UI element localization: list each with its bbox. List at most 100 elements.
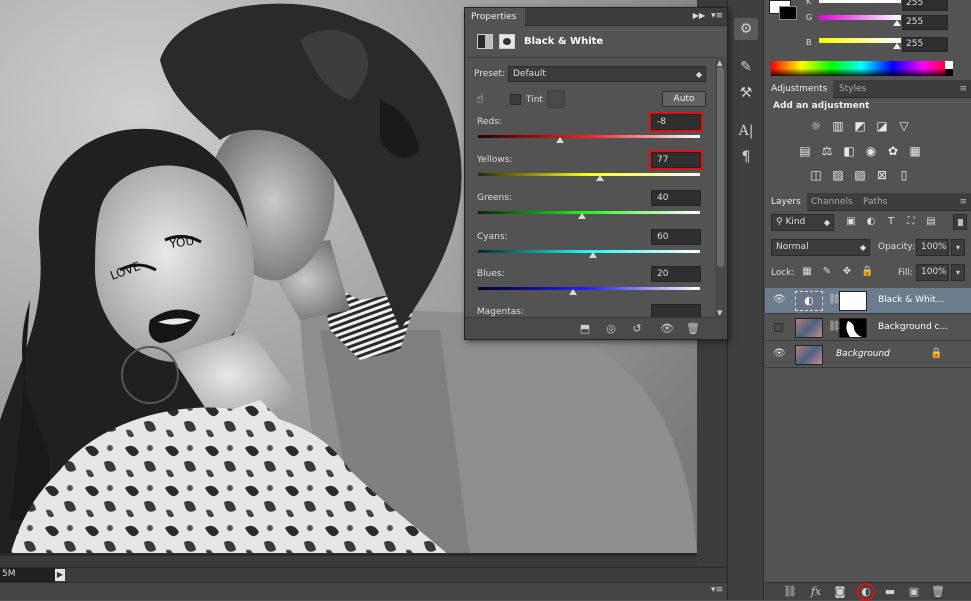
layer-mask-thumbnail[interactable] <box>839 318 867 338</box>
slider-thumb[interactable] <box>893 20 901 26</box>
layer-name[interactable]: Background c... <box>878 322 948 332</box>
preset-dropdown[interactable]: Default ◆ <box>508 66 706 82</box>
channel-value[interactable]: 255 <box>902 15 948 30</box>
curves-icon[interactable]: ◩ <box>852 119 868 133</box>
visibility-toggle-empty[interactable] <box>774 323 783 332</box>
gradient-map-icon[interactable]: ▯ <box>896 168 912 182</box>
smart-object-filter-icon[interactable]: ▤ <box>925 216 937 228</box>
white-swatch[interactable] <box>945 61 953 69</box>
tab-adjustments[interactable]: Adjustments <box>765 80 834 98</box>
threshold-icon[interactable]: ▧ <box>852 168 868 182</box>
status-menu-arrow[interactable]: ▶ <box>55 569 65 581</box>
fill-dropdown-arrow[interactable]: ▾ <box>951 264 965 281</box>
layer-mask-thumbnail[interactable] <box>839 291 867 311</box>
fx-icon[interactable]: fx <box>809 585 823 599</box>
add-mask-icon[interactable]: ◙ <box>833 585 847 599</box>
gradient-triangle-icon[interactable]: ▽ <box>896 119 912 133</box>
panel-menu-icon[interactable]: ▾≡ <box>711 585 723 595</box>
channel-slider[interactable] <box>819 0 901 3</box>
visibility-eye-icon[interactable]: 👁 <box>773 295 786 305</box>
targeted-adjustment-hand-icon[interactable]: ☝ <box>476 92 484 107</box>
invert-icon[interactable]: ◫ <box>808 168 824 182</box>
collapse-icon[interactable]: ▶▶ <box>693 11 705 20</box>
link-layers-icon[interactable]: ⛓ <box>783 585 797 599</box>
filter-kind-dropdown[interactable]: ⚲ Kind ◆ <box>771 214 834 231</box>
opacity-field[interactable]: 100% <box>916 239 949 256</box>
character-icon[interactable]: A| <box>734 120 758 142</box>
cyans-slider-thumb[interactable] <box>589 252 598 258</box>
lock-all-icon[interactable]: 🔒 <box>861 266 873 278</box>
channel-slider[interactable] <box>819 15 901 20</box>
clip-to-layer-icon[interactable]: ⬒ <box>577 322 593 336</box>
greens-slider-thumb[interactable] <box>578 213 587 219</box>
yellows-slider-thumb[interactable] <box>596 175 605 181</box>
delete-adjustment-icon[interactable]: 🗑 <box>685 322 701 336</box>
slider-thumb[interactable] <box>893 43 901 49</box>
panel-menu-icon[interactable]: ≡ <box>959 197 967 207</box>
new-group-icon[interactable]: ▬ <box>883 585 897 599</box>
new-adjustment-layer-icon[interactable]: ◐ <box>857 583 875 601</box>
yellows-slider-track[interactable] <box>478 173 700 176</box>
tab-paths[interactable]: Paths <box>857 193 893 211</box>
greens-slider-track[interactable] <box>478 211 700 214</box>
vibrance-icon[interactable]: ▤ <box>797 144 813 158</box>
exposure-icon[interactable]: ◪ <box>874 119 890 133</box>
cyans-value-field[interactable]: 60 <box>651 229 701 245</box>
scrollbar-thumb[interactable] <box>717 67 724 267</box>
channel-mixer-icon[interactable]: ✿ <box>885 144 901 158</box>
black-swatch[interactable] <box>945 69 953 76</box>
posterize-icon[interactable]: ▨ <box>830 168 846 182</box>
reds-slider-track[interactable] <box>478 135 700 138</box>
lock-position-icon[interactable]: ✥ <box>841 266 853 278</box>
layer-row[interactable]: 👁 Background 🔒 <box>765 342 971 368</box>
panel-menu-icon[interactable]: ▾≡ <box>711 11 723 21</box>
background-color-swatch[interactable] <box>779 6 797 20</box>
color-spectrum[interactable] <box>771 61 953 76</box>
tab-channels[interactable]: Channels <box>805 193 859 211</box>
layer-name[interactable]: Black & Whit... <box>878 295 944 305</box>
reset-icon[interactable]: ↺ <box>629 322 645 336</box>
new-layer-icon[interactable]: ▣ <box>907 585 921 599</box>
brush-presets-icon[interactable]: ✎ <box>734 56 758 78</box>
layer-row[interactable]: 👁 ◐ ⛓ Black & Whit... <box>765 288 971 314</box>
mask-panel-icon[interactable] <box>499 34 515 49</box>
layer-name[interactable]: Background <box>836 349 890 359</box>
blend-mode-dropdown[interactable]: Normal ◆ <box>771 239 870 256</box>
photo-filter-icon[interactable]: ◉ <box>863 144 879 158</box>
properties-scrollbar[interactable]: ▲ ▼ <box>715 59 727 317</box>
view-previous-state-icon[interactable]: ◎ <box>603 322 619 336</box>
panel-menu-icon[interactable]: ≡ <box>959 84 967 94</box>
paragraph-icon[interactable]: ¶ <box>734 146 758 168</box>
type-filter-icon[interactable]: T <box>885 216 897 228</box>
blues-slider-thumb[interactable] <box>569 289 578 295</box>
tint-checkbox[interactable] <box>510 94 521 105</box>
magentas-value-field[interactable] <box>651 304 701 317</box>
brightness-contrast-icon[interactable]: ☼ <box>808 119 824 133</box>
levels-icon[interactable]: ▥ <box>830 119 846 133</box>
fill-field[interactable]: 100% <box>916 264 949 281</box>
channel-value[interactable]: 255 <box>902 0 948 11</box>
channel-value[interactable]: 255 <box>902 37 948 52</box>
lock-image-icon[interactable]: ✎ <box>821 266 833 278</box>
shape-filter-icon[interactable]: ⛶ <box>905 216 917 228</box>
layer-row[interactable]: ⛓ Background c... <box>765 315 971 341</box>
auto-button[interactable]: Auto <box>662 91 706 107</box>
blues-slider-track[interactable] <box>478 287 700 290</box>
lock-transparency-icon[interactable]: ▦ <box>801 266 813 278</box>
adjustment-panel-icon[interactable] <box>477 34 493 49</box>
greens-value-field[interactable]: 40 <box>651 190 701 206</box>
tint-color-swatch[interactable] <box>547 90 565 108</box>
tab-layers[interactable]: Layers <box>765 193 807 211</box>
color-lookup-icon[interactable]: ▦ <box>907 144 923 158</box>
visibility-eye-icon[interactable]: 👁 <box>773 349 786 359</box>
filter-toggle[interactable] <box>953 214 967 230</box>
tool-presets-icon[interactable]: ⚒ <box>734 82 758 104</box>
doc-size-field[interactable]: 5M <box>0 568 55 582</box>
tab-styles[interactable]: Styles <box>833 80 872 98</box>
adjustment-filter-icon[interactable]: ◐ <box>865 216 877 228</box>
opacity-dropdown-arrow[interactable]: ▾ <box>951 239 965 256</box>
reds-value-field[interactable]: -8 <box>649 112 703 132</box>
channel-slider[interactable] <box>819 38 901 43</box>
black-white-icon[interactable]: ◧ <box>841 144 857 158</box>
properties-panel-icon[interactable]: ⚙ <box>734 18 758 40</box>
